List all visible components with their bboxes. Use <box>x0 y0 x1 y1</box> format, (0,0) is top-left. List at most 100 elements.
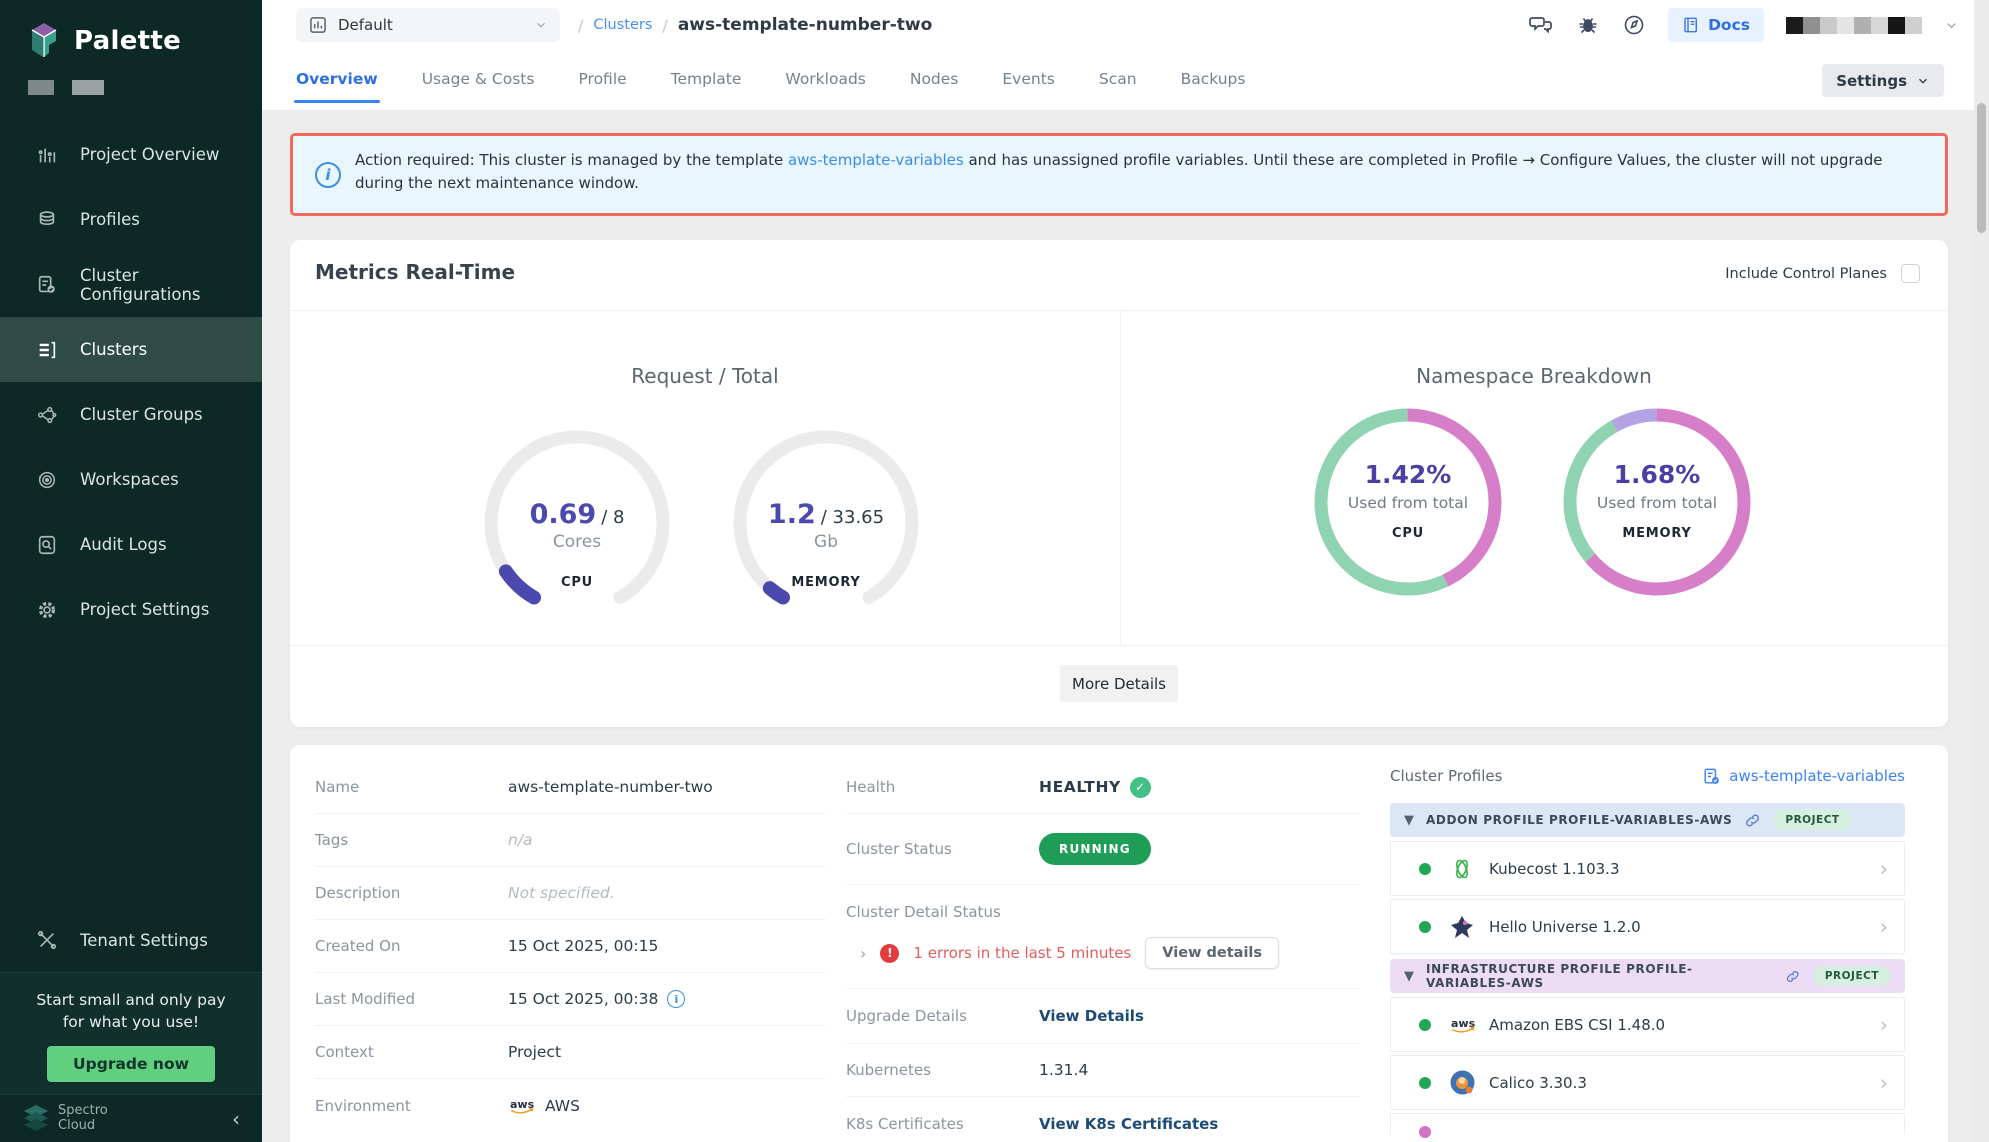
tab-events[interactable]: Events <box>1002 50 1054 107</box>
k8s-certificates-row: K8s Certificates View K8s Certificates <box>846 1097 1361 1142</box>
sidebar-item-label: Project Settings <box>80 600 209 619</box>
cpu-unit: Cores <box>477 532 677 552</box>
view-details-button[interactable]: View details <box>1145 937 1279 969</box>
chevron-right-icon: › <box>1880 857 1888 881</box>
detail-row-context: Context Project <box>315 1026 826 1079</box>
sidebar-item-audit-logs[interactable]: Audit Logs <box>0 512 262 577</box>
bug-report-icon[interactable] <box>1576 13 1600 37</box>
namespace-memory-donut: 1.68% Used from total MEMORY <box>1557 402 1757 602</box>
spectro-cloud-wordmark: Spectro Cloud <box>58 1104 108 1134</box>
user-menu-chevron-icon[interactable] <box>1944 18 1959 33</box>
docs-button[interactable]: Docs <box>1668 8 1764 42</box>
memory-total-value: / 33.65 <box>821 507 884 528</box>
namespace-cpu-percent: 1.42% <box>1308 460 1508 489</box>
project-scope-badge: PROJECT <box>1773 810 1851 830</box>
error-message: 1 errors in the last 5 minutes <box>913 944 1131 962</box>
compass-tour-icon[interactable] <box>1622 13 1646 37</box>
sidebar-item-profiles[interactable]: Profiles <box>0 187 262 252</box>
detail-row-description: Description Not specified. <box>315 867 826 920</box>
project-chart-icon <box>308 15 328 35</box>
sidebar-item-label: Workspaces <box>80 470 179 489</box>
tab-profile[interactable]: Profile <box>578 50 626 107</box>
sidebar-item-project-settings[interactable]: Project Settings <box>0 577 262 642</box>
sidebar-item-label: Cluster Configurations <box>80 266 262 304</box>
sidebar-item-workspaces[interactable]: Workspaces <box>0 447 262 512</box>
scrollbar-thumb[interactable] <box>1977 103 1986 233</box>
pack-name: Kubecost 1.103.3 <box>1489 860 1620 878</box>
more-details-button[interactable]: More Details <box>1060 665 1178 702</box>
expand-chevron-icon[interactable]: › <box>860 944 866 963</box>
upgrade-details-row: Upgrade Details View Details <box>846 989 1361 1044</box>
namespace-cpu-donut: 1.42% Used from total CPU <box>1308 402 1508 602</box>
sidebar-item-cluster-configurations[interactable]: Cluster Configurations <box>0 252 262 317</box>
tab-workloads[interactable]: Workloads <box>785 50 865 107</box>
breadcrumb-current-cluster: aws-template-number-two <box>678 15 932 35</box>
chevron-down-icon: ▼ <box>1404 813 1414 828</box>
tabs-bar: Overview Usage & Costs Profile Template … <box>262 50 1989 110</box>
cluster-profiles-title: Cluster Profiles <box>1390 767 1502 785</box>
healthy-check-icon: ✓ <box>1130 777 1151 798</box>
alert-template-link[interactable]: aws-template-variables <box>788 151 964 169</box>
detail-value: 15 Oct 2025, 00:15 <box>508 937 658 955</box>
template-profile-link[interactable]: aws-template-variables <box>1702 767 1905 786</box>
memory-gauge-label: MEMORY <box>726 575 926 590</box>
profile-pack-row-partial[interactable] <box>1390 1113 1905 1135</box>
sidebar-item-tenant-settings[interactable]: Tenant Settings <box>0 908 262 972</box>
profile-pack-row-hello-universe[interactable]: Hello Universe 1.2.0 › <box>1390 899 1905 954</box>
profile-pack-row-calico[interactable]: Calico 3.30.3 › <box>1390 1055 1905 1110</box>
tools-icon <box>36 929 58 951</box>
project-selector-value: Default <box>338 16 524 34</box>
chevron-down-icon: ▼ <box>1404 969 1414 984</box>
palette-logo-icon <box>26 20 62 62</box>
detail-row-name: Name aws-template-number-two <box>315 761 826 814</box>
tab-overview[interactable]: Overview <box>296 50 378 107</box>
include-control-planes-checkbox[interactable] <box>1901 264 1920 283</box>
sidebar-item-label: Profiles <box>80 210 140 229</box>
detail-label: Last Modified <box>315 990 508 1008</box>
action-required-alert: i Action required: This cluster is manag… <box>290 133 1948 216</box>
info-icon: i <box>315 162 341 188</box>
profile-pack-row-kubecost[interactable]: Kubecost 1.103.3 › <box>1390 841 1905 896</box>
breadcrumb-link-clusters[interactable]: Clusters <box>593 17 652 33</box>
memory-request-value: 1.2 <box>768 499 816 530</box>
namespace-breakdown-title: Namespace Breakdown <box>1120 364 1948 388</box>
detail-label: Description <box>315 884 508 902</box>
upgrade-view-details-link[interactable]: View Details <box>1039 1007 1144 1025</box>
pack-status-dot <box>1419 863 1431 875</box>
tab-nodes[interactable]: Nodes <box>910 50 959 107</box>
link-icon <box>1785 968 1800 985</box>
detail-label: K8s Certificates <box>846 1115 1039 1133</box>
docs-label: Docs <box>1708 16 1750 34</box>
addon-profile-group-header[interactable]: ▼ ADDON PROFILE PROFILE-VARIABLES-AWS PR… <box>1390 803 1905 837</box>
profile-pack-row-amazon-ebs-csi[interactable]: aws Amazon EBS CSI 1.48.0 › <box>1390 997 1905 1052</box>
chat-feedback-icon[interactable] <box>1528 13 1554 37</box>
orbit-icon <box>36 469 58 491</box>
tab-template[interactable]: Template <box>671 50 742 107</box>
redacted-user-name[interactable] <box>1786 17 1922 34</box>
sidebar-item-cluster-groups[interactable]: Cluster Groups <box>0 382 262 447</box>
health-row: Health HEALTHY ✓ <box>846 761 1361 814</box>
bar-chart-icon <box>36 144 58 166</box>
sidebar-item-clusters[interactable]: Clusters <box>0 317 262 382</box>
pack-name: Amazon EBS CSI 1.48.0 <box>1489 1016 1665 1034</box>
tab-scan[interactable]: Scan <box>1099 50 1137 107</box>
top-bar: Default / Clusters / aws-template-number… <box>262 0 1989 50</box>
sidebar-collapse-chevron-icon[interactable]: ‹ <box>232 1107 240 1131</box>
upgrade-now-button[interactable]: Upgrade now <box>47 1046 215 1082</box>
project-selector-dropdown[interactable]: Default <box>296 8 560 42</box>
sidebar-item-project-overview[interactable]: Project Overview <box>0 122 262 187</box>
infrastructure-profile-group-header[interactable]: ▼ INFRASTRUCTURE PROFILE PROFILE-VARIABL… <box>1390 959 1905 993</box>
tab-backups[interactable]: Backups <box>1181 50 1246 107</box>
vertical-scrollbar[interactable] <box>1974 0 1989 1142</box>
promo-text-line1: Start small and only pay <box>0 989 262 1011</box>
namespace-cpu-label: CPU <box>1308 526 1508 541</box>
settings-button[interactable]: Settings <box>1822 64 1944 97</box>
breadcrumb-separator: / <box>578 16 583 35</box>
sidebar-item-label: Project Overview <box>80 145 219 164</box>
view-k8s-certificates-link[interactable]: View K8s Certificates <box>1039 1115 1218 1133</box>
sidebar-item-label: Tenant Settings <box>80 931 208 950</box>
namespace-memory-label: MEMORY <box>1557 526 1757 541</box>
tab-usage-costs[interactable]: Usage & Costs <box>422 50 535 107</box>
pack-name: Calico 3.30.3 <box>1489 1074 1587 1092</box>
info-icon[interactable]: i <box>667 990 685 1008</box>
